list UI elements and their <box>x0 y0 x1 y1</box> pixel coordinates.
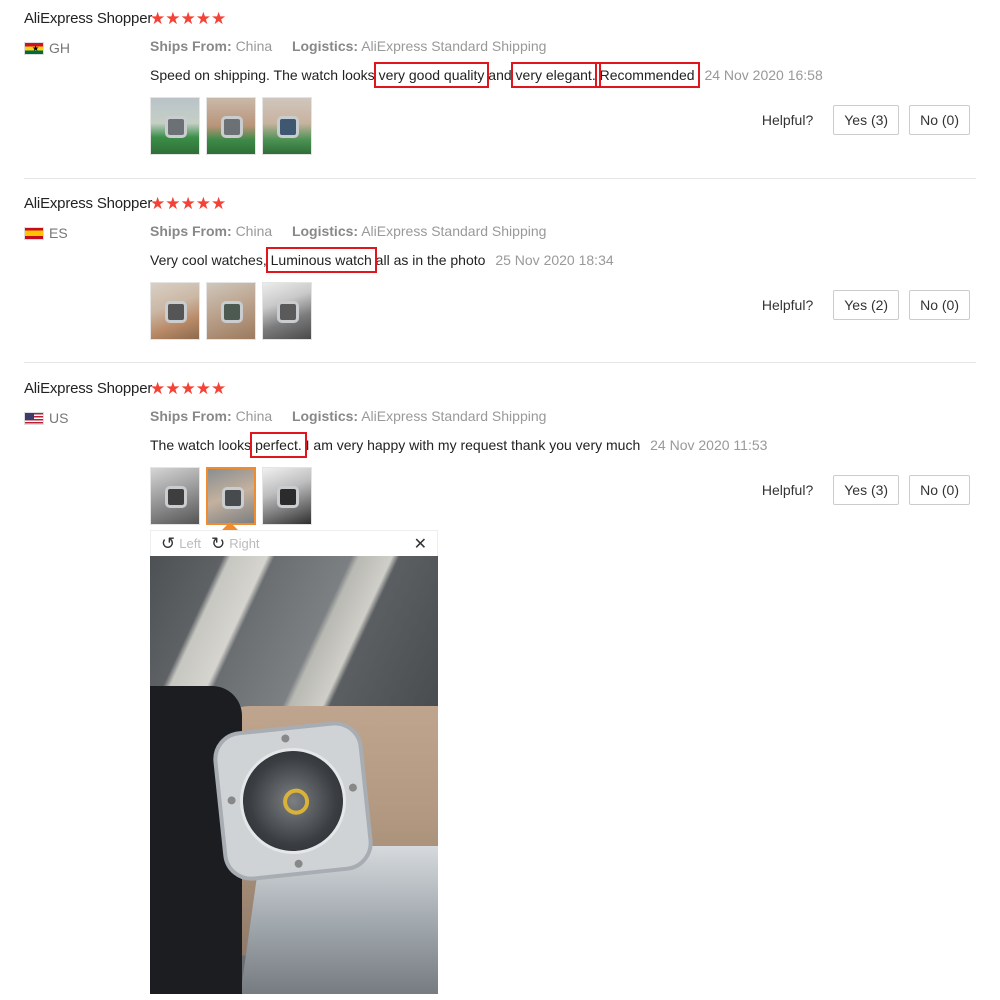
helpful-controls: Helpful? Yes (2) No (0) <box>762 290 970 320</box>
rotate-right-icon: ↻ <box>210 533 226 554</box>
ships-from-value: China <box>235 223 273 239</box>
review-item: AliExpress Shopper ★★★★★ ES Ships From: … <box>0 185 1000 363</box>
highlighted-phrase: perfect. <box>250 432 307 458</box>
review-text-part: I am very happy with my request thank yo… <box>301 437 641 453</box>
ships-from-label: Ships From: <box>150 38 232 54</box>
review-text: Very cool watches, Luminous watch all as… <box>150 247 614 273</box>
star-rating: ★★★★★ <box>150 194 227 214</box>
review-photo-thumbnail[interactable] <box>262 467 312 525</box>
helpful-yes-button[interactable]: Yes (2) <box>833 290 900 320</box>
star-rating: ★★★★★ <box>150 379 227 399</box>
reviewer-country: US <box>24 410 68 426</box>
helpful-no-button[interactable]: No (0) <box>909 475 970 505</box>
ships-from-value: China <box>235 408 273 424</box>
rotate-right-button[interactable]: ↻ Right <box>211 534 260 554</box>
logistics-label: Logistics: <box>291 223 359 239</box>
reviewer-name: AliExpress Shopper <box>24 380 153 397</box>
reviewer-name: AliExpress Shopper <box>24 10 153 27</box>
review-text: Speed on shipping. The watch looks very … <box>150 62 823 88</box>
helpful-no-button[interactable]: No (0) <box>909 290 970 320</box>
review-text-part: Speed on shipping. The watch looks <box>150 67 379 83</box>
review-photo-thumbnail[interactable] <box>150 467 200 525</box>
ships-from-label: Ships From: <box>150 408 232 424</box>
review-text: The watch looks perfect. I am very happy… <box>150 432 768 458</box>
reviewer-country: ★ GH <box>24 40 70 56</box>
highlighted-phrase: Recommended <box>594 62 700 88</box>
highlighted-phrase: very good quality <box>373 62 490 88</box>
shipping-info: Ships From: China Logistics: AliExpress … <box>150 38 546 54</box>
review-photo-thumbnail[interactable] <box>150 97 200 155</box>
close-icon[interactable]: ✕ <box>414 534 427 553</box>
country-code: GH <box>49 40 70 56</box>
helpful-controls: Helpful? Yes (3) No (0) <box>762 105 970 135</box>
review-text-part: and <box>484 67 516 83</box>
rotate-right-label: Right <box>229 536 260 551</box>
star-rating: ★★★★★ <box>150 9 227 29</box>
logistics-label: Logistics: <box>291 408 359 424</box>
helpful-no-button[interactable]: No (0) <box>909 105 970 135</box>
review-text-part: The watch looks <box>150 437 256 453</box>
review-thumbnails <box>150 467 312 525</box>
review-photo-thumbnail[interactable] <box>262 97 312 155</box>
review-thumbnails <box>150 97 312 155</box>
review-item: AliExpress Shopper ★★★★★ ★ GH Ships From… <box>0 0 1000 178</box>
country-code: ES <box>49 225 68 241</box>
photo-viewer: ↺ Left ↻ Right ✕ <box>150 522 438 994</box>
highlighted-phrase: very elegant. <box>510 62 601 88</box>
reviewer-name: AliExpress Shopper <box>24 195 153 212</box>
review-photo-thumbnail[interactable] <box>150 282 200 340</box>
review-thumbnails <box>150 282 312 340</box>
helpful-label: Helpful? <box>761 482 814 498</box>
review-date: 24 Nov 2020 16:58 <box>704 67 823 83</box>
review-date: 25 Nov 2020 18:34 <box>495 252 614 268</box>
rotate-left-label: Left <box>179 536 201 551</box>
review-photo-thumbnail[interactable] <box>262 282 312 340</box>
us-flag-icon <box>24 411 44 425</box>
review-date: 24 Nov 2020 11:53 <box>650 437 768 453</box>
review-divider <box>24 362 976 363</box>
helpful-label: Helpful? <box>761 297 814 313</box>
logistics-value: AliExpress Standard Shipping <box>361 223 547 239</box>
shipping-info: Ships From: China Logistics: AliExpress … <box>150 223 546 239</box>
logistics-value: AliExpress Standard Shipping <box>361 38 547 54</box>
review-photo-thumbnail[interactable] <box>206 282 256 340</box>
ships-from-value: China <box>235 38 273 54</box>
review-text-part: all as in the photo <box>371 252 486 268</box>
review-photo-thumbnail-selected[interactable] <box>206 467 256 525</box>
reviewer-country: ES <box>24 225 68 241</box>
review-photo-large <box>150 556 438 994</box>
helpful-yes-button[interactable]: Yes (3) <box>833 475 900 505</box>
review-text-part: Very cool watches, <box>150 252 271 268</box>
viewer-toolbar: ↺ Left ↻ Right ✕ <box>150 530 438 556</box>
spain-flag-icon <box>24 226 44 240</box>
logistics-label: Logistics: <box>291 38 359 54</box>
shipping-info: Ships From: China Logistics: AliExpress … <box>150 408 546 424</box>
helpful-controls: Helpful? Yes (3) No (0) <box>762 475 970 505</box>
helpful-yes-button[interactable]: Yes (3) <box>833 105 900 135</box>
country-code: US <box>49 410 69 426</box>
review-photo-thumbnail[interactable] <box>206 97 256 155</box>
rotate-left-button[interactable]: ↺ Left <box>161 534 201 554</box>
highlighted-phrase: Luminous watch <box>265 247 377 273</box>
review-divider <box>24 178 976 179</box>
viewer-pointer <box>222 522 238 530</box>
rotate-left-icon: ↺ <box>161 533 176 554</box>
logistics-value: AliExpress Standard Shipping <box>361 408 547 424</box>
ghana-flag-icon: ★ <box>24 41 44 55</box>
ships-from-label: Ships From: <box>150 223 232 239</box>
helpful-label: Helpful? <box>761 112 814 128</box>
